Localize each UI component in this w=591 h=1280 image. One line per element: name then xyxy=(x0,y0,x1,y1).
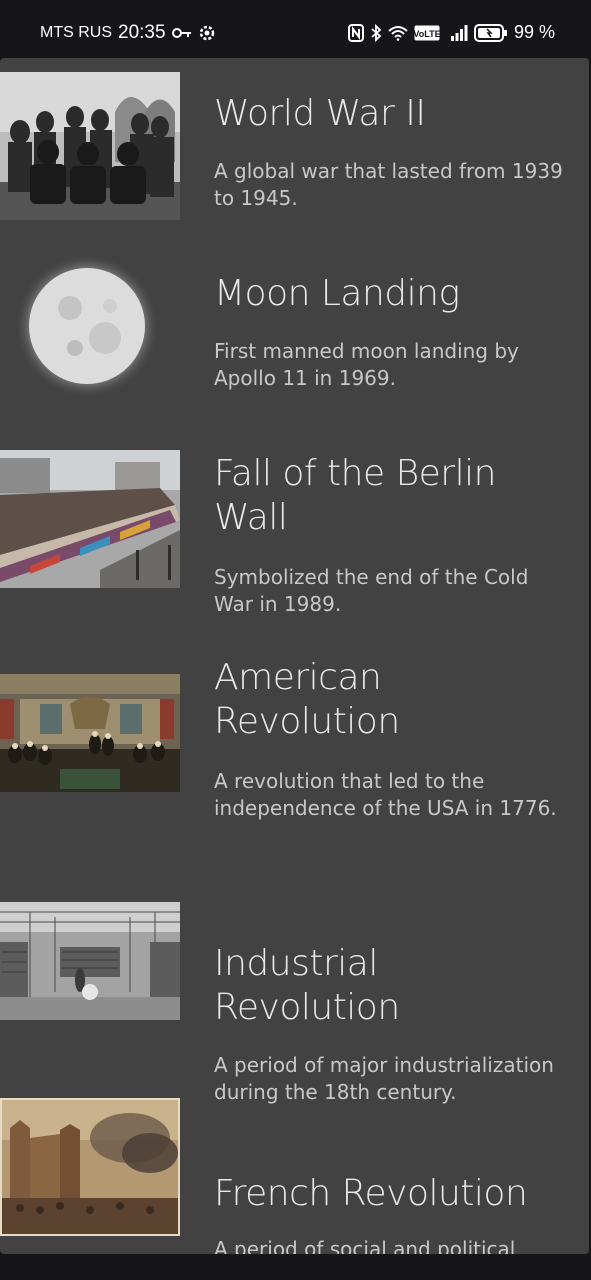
list-item[interactable]: World War II A global war that lasted fr… xyxy=(0,58,589,238)
event-title: American Revolution xyxy=(214,657,400,742)
event-title: World War II xyxy=(214,93,426,134)
list-item[interactable]: American Revolution A revolution that le… xyxy=(0,620,589,850)
volte-label: VoLTE xyxy=(414,29,440,39)
events-list: World War II A global war that lasted fr… xyxy=(0,58,589,1254)
event-title: Industrial Revolution xyxy=(214,943,400,1028)
event-description: Symbolized the end of the Cold War in 19… xyxy=(214,565,529,616)
list-item[interactable]: Industrial Revolution A period of major … xyxy=(0,850,589,1104)
settings-gear-icon xyxy=(198,24,216,42)
event-title: Moon Landing xyxy=(214,273,460,314)
french-revolution-painting xyxy=(0,1098,180,1236)
key-icon xyxy=(171,27,192,39)
status-bar: MTS RUS 20:35 VoLTE 99 % xyxy=(0,0,591,62)
carrier-label: MTS RUS xyxy=(40,24,112,41)
wifi-icon xyxy=(388,25,408,41)
list-item[interactable]: Moon Landing First manned moon landing b… xyxy=(0,238,589,418)
american-revolution-painting xyxy=(0,674,180,792)
world-war-ii-photo xyxy=(0,72,180,220)
list-item[interactable]: French Revolution A period of social and… xyxy=(0,1080,589,1254)
signal-icon xyxy=(450,24,468,41)
event-description: A revolution that led to the independenc… xyxy=(214,769,557,820)
event-description: A global war that lasted from 1939 to 19… xyxy=(214,159,563,210)
list-item[interactable]: Fall of the Berlin Wall Symbolized the e… xyxy=(0,418,589,620)
volte-icon: VoLTE xyxy=(414,25,440,41)
event-title: Fall of the Berlin Wall xyxy=(214,453,496,538)
battery-percent: 99 % xyxy=(513,22,555,42)
nfc-icon xyxy=(347,23,364,42)
event-description: First manned moon landing by Apollo 11 i… xyxy=(214,339,519,390)
event-title: French Revolution xyxy=(214,1173,528,1214)
event-description: A period of social and political upheava… xyxy=(214,1237,516,1254)
industrial-revolution-engraving xyxy=(0,902,180,1020)
navigation-bar xyxy=(0,1256,591,1280)
battery-icon xyxy=(473,23,508,42)
clock: 20:35 xyxy=(118,22,166,43)
moon-photo xyxy=(0,248,180,408)
berlin-wall-photo xyxy=(0,450,180,588)
bluetooth-icon xyxy=(370,23,382,42)
